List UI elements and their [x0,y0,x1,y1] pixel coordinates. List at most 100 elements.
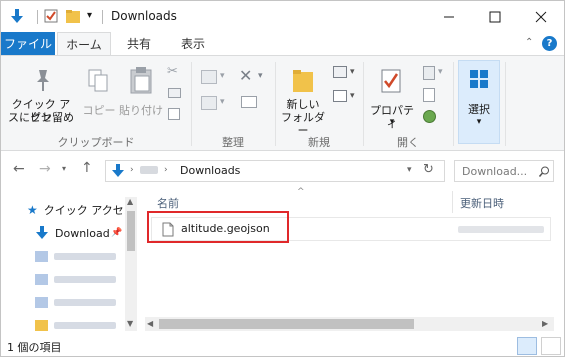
paste-icon [130,67,152,94]
select-dropdown-icon: ▾ [476,117,482,127]
history-icon[interactable] [423,110,436,123]
breadcrumb-chevron-icon[interactable]: › [164,165,168,175]
copy-to-icon[interactable] [201,96,217,110]
search-field[interactable]: Download... [454,160,554,182]
window-title: Downloads [111,9,177,23]
group-separator [453,62,454,146]
properties-button[interactable]: プロパティ ▾ [365,62,419,130]
copy-path-icon[interactable] [168,88,181,98]
tab-view[interactable]: 表示 [167,32,219,55]
properties-dropdown-icon[interactable]: ▾ [365,116,419,129]
nav-label-blurred [54,275,116,283]
minimize-icon [444,16,454,17]
back-arrow-icon[interactable]: ← [13,161,25,177]
copy-button[interactable]: コピー [79,62,119,124]
easy-access-dropdown-icon[interactable]: ▾ [350,91,355,101]
paste-button[interactable]: 貼り付け [119,62,163,124]
new-folder-quick-icon[interactable] [65,8,81,24]
select-label: 選択 [468,103,490,116]
details-view-icon[interactable] [517,337,537,355]
maximize-icon [489,11,501,22]
group-separator [505,62,506,146]
downloads-icon [112,164,124,177]
copy-to-dropdown-icon[interactable]: ▾ [220,97,225,107]
column-header-name[interactable]: 名前 [157,195,179,211]
large-icons-view-icon[interactable] [541,337,561,355]
folder-icon [35,296,48,308]
tab-share[interactable]: 共有 [113,32,165,55]
nav-item-downloads[interactable]: Downloads 📌 [1,222,141,244]
scroll-down-icon[interactable]: ▼ [127,319,133,328]
delete-dropdown-icon[interactable]: ▾ [258,71,263,81]
collapse-ribbon-icon[interactable]: ⌃ [525,37,533,48]
copy-label: コピー [82,104,116,117]
select-button[interactable]: 選択 ▾ [458,60,500,144]
up-arrow-icon[interactable]: ↑ [81,160,93,176]
breadcrumb-chevron-icon[interactable]: › [130,165,134,175]
breadcrumb-current[interactable]: Downloads [180,164,240,177]
item-count: 1 個の項目 [7,341,62,354]
tab-home[interactable]: ホーム [57,32,111,55]
status-bar: 1 個の項目 [1,335,564,356]
rename-icon[interactable] [241,96,257,108]
move-to-icon[interactable] [201,70,217,84]
new-folder-button[interactable]: 新しい フォルダー [277,62,329,137]
scroll-right-icon[interactable]: ▶ [542,319,548,328]
down-arrow-icon[interactable] [9,8,25,24]
help-icon[interactable]: ? [542,36,557,51]
paste-shortcut-icon[interactable] [168,108,180,120]
scroll-left-icon[interactable]: ◀ [147,319,153,328]
breadcrumb-blurred[interactable] [140,166,158,174]
pin-quick-access-button[interactable]: クイック アクセ スにピン留め [7,62,75,124]
nav-item-blurred[interactable] [1,291,141,313]
edit-icon[interactable] [423,88,435,102]
refresh-icon[interactable]: ↻ [423,162,434,177]
customize-quick-access-icon[interactable]: ▾ [87,10,92,21]
explorer-window: ▾ Downloads ファイル ホーム 共有 表示 ⌃ ? クイック アクセ … [0,0,565,357]
nav-label-blurred [54,298,116,306]
horizontal-scrollbar[interactable]: ◀ ▶ [145,317,554,331]
properties-quick-icon[interactable] [43,8,59,24]
search-icon [539,166,549,177]
nav-item-blurred[interactable] [1,268,141,290]
column-divider[interactable] [452,191,453,213]
folder-icon [35,250,48,262]
title-bar: ▾ Downloads [1,1,564,32]
delete-icon[interactable]: ✕ [239,66,252,85]
star-icon: ★ [27,203,38,217]
move-to-dropdown-icon[interactable]: ▾ [220,71,225,81]
search-placeholder: Download... [462,165,528,178]
cut-icon[interactable]: ✂ [167,64,178,79]
scroll-thumb[interactable] [159,319,414,329]
maximize-button[interactable] [472,1,518,32]
nav-label-blurred [54,252,116,260]
nav-scrollbar[interactable]: ▲ ▼ [125,197,137,331]
nav-item-blurred[interactable] [1,314,141,336]
navigation-bar: ← → ▾ ↑ › › Downloads ▾ ↻ Download... [1,152,564,189]
nav-label-blurred [54,321,116,329]
properties-icon [381,69,401,93]
new-item-icon[interactable] [333,66,347,78]
column-header-date[interactable]: 更新日時 [460,195,504,211]
file-date-blurred [458,226,544,233]
group-label-clipboard: クリップボード [57,136,135,149]
easy-access-icon[interactable] [333,90,347,102]
tab-file[interactable]: ファイル [1,32,55,55]
scroll-thumb[interactable] [127,211,135,251]
minimize-button[interactable] [426,1,472,32]
nav-item-quick-access[interactable]: ★ クイック アクセス [1,199,141,221]
address-bar[interactable]: › › Downloads ▾ ↻ [105,160,445,182]
recent-locations-icon[interactable]: ▾ [62,164,66,173]
scroll-up-icon[interactable]: ▲ [127,197,133,206]
address-dropdown-icon[interactable]: ▾ [407,165,412,175]
group-label-open: 開く [397,136,419,149]
open-icon[interactable] [423,66,435,80]
folder-icon [35,273,48,285]
open-dropdown-icon[interactable]: ▾ [438,67,443,77]
close-button[interactable] [518,1,564,32]
nav-item-blurred[interactable] [1,245,141,267]
forward-arrow-icon[interactable]: → [39,161,51,177]
new-item-dropdown-icon[interactable]: ▾ [350,67,355,77]
folder-icon [35,319,48,331]
paste-label: 貼り付け [119,104,163,117]
